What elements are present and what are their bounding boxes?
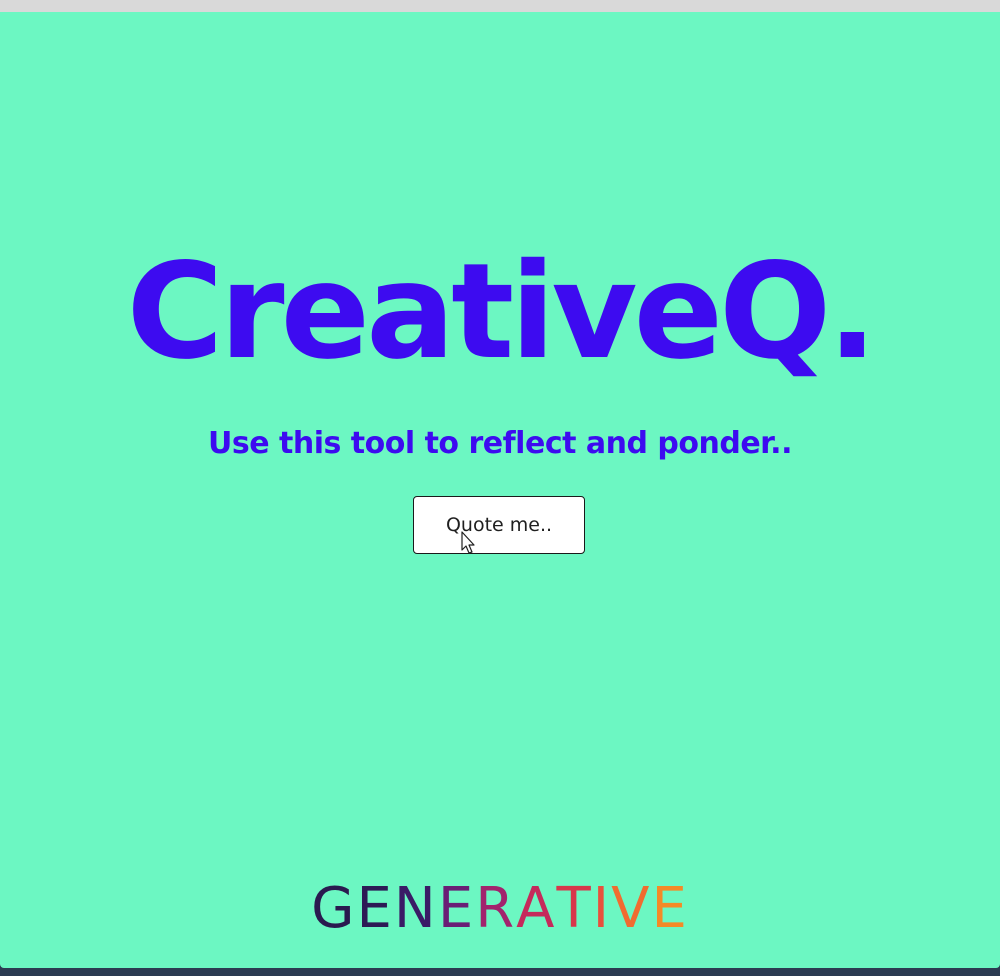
logo-letter: V [611,876,652,941]
logo-letter: E [356,876,394,941]
logo-letter: A [516,876,557,941]
logo-letter: I [592,876,612,941]
mouse-pointer-icon [461,531,475,554]
generative-logo: GENERATIVE [0,874,1000,944]
desktop-background [0,968,1000,976]
quote-me-button[interactable]: Quote me.. [413,496,585,554]
logo-letter: E [437,876,476,941]
logo-letter: E [651,876,689,941]
logo-letter: T [556,876,593,941]
logo-letter: N [393,876,438,941]
page-subtitle: Use this tool to reflect and ponder.. [208,426,792,461]
browser-top-bar [0,0,1000,12]
logo-letter: R [475,876,517,941]
page-canvas: CreativeQ. Use this tool to reflect and … [0,12,1000,968]
logo-letter: G [311,876,357,941]
page-title: CreativeQ. [126,235,878,389]
